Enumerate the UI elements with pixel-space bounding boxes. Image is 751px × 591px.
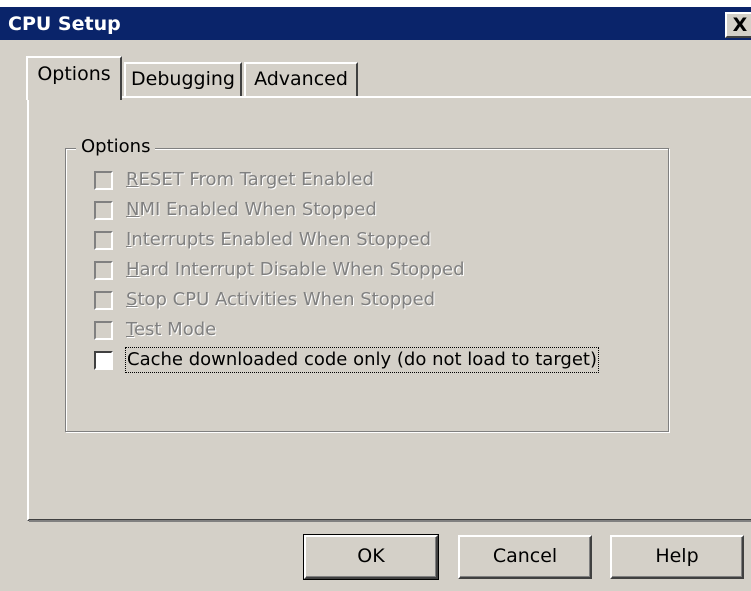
options-group-label: Options <box>76 135 156 159</box>
checkbox-box[interactable] <box>94 231 113 250</box>
checkbox-box[interactable] <box>94 351 113 370</box>
tab-options[interactable]: Options <box>26 56 122 100</box>
tab-debugging[interactable]: Debugging <box>124 62 242 100</box>
tab-debugging-label: Debugging <box>131 68 235 90</box>
cancel-button[interactable]: Cancel <box>458 535 592 579</box>
checkbox-box[interactable] <box>94 321 113 340</box>
tab-options-label: Options <box>37 63 111 85</box>
checkbox-label: Hard Interrupt Disable When Stopped <box>126 259 465 280</box>
ok-button[interactable]: OK <box>303 534 439 580</box>
checkbox-box[interactable] <box>94 291 113 310</box>
checkbox-label: RESET From Target Enabled <box>126 169 374 190</box>
options-tab-panel: Options RESET From Target Enabled NMI En… <box>27 96 751 521</box>
checkbox-box[interactable] <box>94 171 113 190</box>
tab-advanced[interactable]: Advanced <box>244 62 358 100</box>
panel-shadow <box>29 520 751 522</box>
checkbox-label: Test Mode <box>126 319 217 340</box>
close-icon: X <box>732 14 748 36</box>
title-bar[interactable]: CPU Setup X <box>0 0 751 40</box>
window-title: CPU Setup <box>8 13 121 35</box>
checkbox-box[interactable] <box>94 201 113 220</box>
checkbox-box[interactable] <box>94 261 113 280</box>
tab-advanced-label: Advanced <box>254 68 348 90</box>
help-button[interactable]: Help <box>610 535 744 579</box>
checkbox-label: Cache downloaded code only (do not load … <box>124 347 600 373</box>
checkbox-label: Interrupts Enabled When Stopped <box>126 229 432 250</box>
cpu-setup-dialog: CPU Setup X Options Debugging Advanced O… <box>0 0 751 591</box>
checkbox-label: NMI Enabled When Stopped <box>126 199 377 220</box>
close-button[interactable]: X <box>725 12 751 38</box>
checkbox-label: Stop CPU Activities When Stopped <box>126 289 436 310</box>
